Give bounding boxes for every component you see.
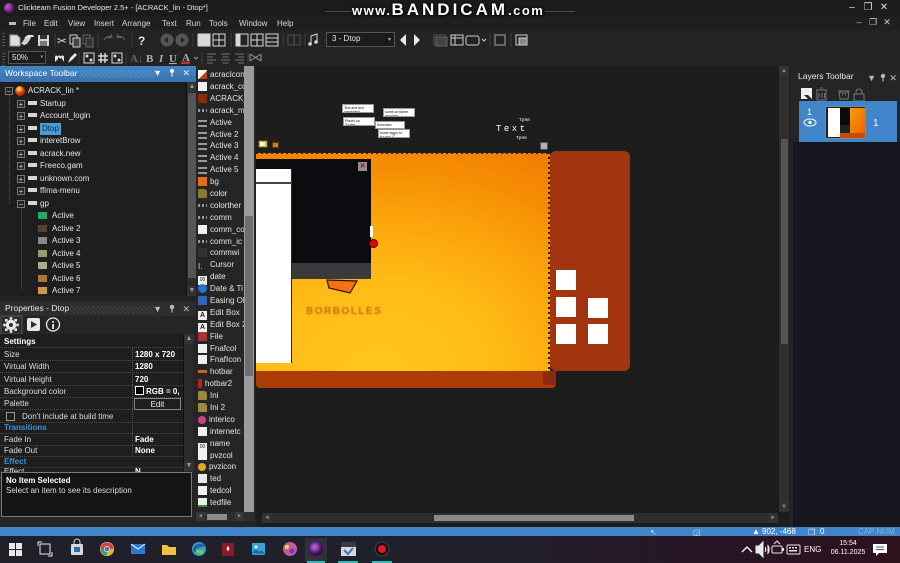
svg-text:✂: ✂ bbox=[57, 34, 67, 48]
svg-text:B: B bbox=[146, 53, 154, 65]
svg-text:A↓: A↓ bbox=[130, 53, 143, 65]
svg-text:?: ? bbox=[138, 34, 145, 48]
svg-text:U: U bbox=[169, 53, 177, 65]
svg-text:I: I bbox=[158, 53, 164, 65]
